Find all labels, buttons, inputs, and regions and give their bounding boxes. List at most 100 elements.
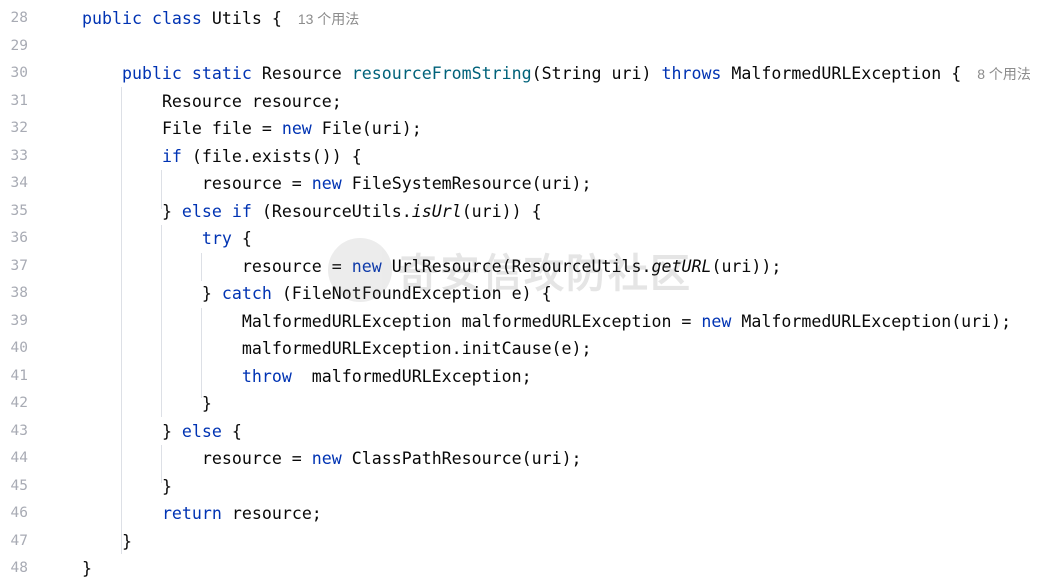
code-text[interactable]: } <box>82 528 132 556</box>
code-text[interactable]: File file = new File(uri); <box>82 115 422 143</box>
code-text[interactable]: malformedURLException.initCause(e); <box>82 335 592 363</box>
code-token: File file = <box>161 119 282 138</box>
code-token: getURL <box>651 256 712 276</box>
code-token: { <box>221 421 242 441</box>
code-text[interactable]: throw malformedURLException; <box>82 363 532 391</box>
line-number: 35 <box>10 202 28 219</box>
code-text[interactable]: resource = new UrlResource(ResourceUtils… <box>82 253 782 281</box>
code-text[interactable]: if (file.exists()) { <box>82 143 362 171</box>
code-line[interactable]: 40 malformedURLException.initCause(e); <box>0 335 1051 363</box>
indent-guide <box>161 445 162 483</box>
code-token: UrlResource(ResourceUtils. <box>381 256 652 276</box>
code-line[interactable]: 33 if (file.exists()) { <box>0 143 1051 171</box>
code-line[interactable]: 45 } <box>0 473 1051 501</box>
code-line[interactable]: 37 resource = new UrlResource(ResourceUt… <box>0 253 1051 281</box>
code-line[interactable]: 43 } else { <box>0 418 1051 446</box>
code-text[interactable]: } else if (ResourceUtils.isUrl(uri)) { <box>82 198 542 226</box>
code-line[interactable]: 30 public static Resource resourceFromSt… <box>0 60 1051 88</box>
line-number: 36 <box>10 230 28 246</box>
line-number: 30 <box>10 65 28 81</box>
code-line[interactable]: 31 Resource resource; <box>0 88 1051 116</box>
code-token: Resource resource; <box>161 91 342 111</box>
code-line[interactable]: 39 MalformedURLException malformedURLExc… <box>0 308 1051 336</box>
line-number: 29 <box>10 37 28 54</box>
keyword-token: new <box>281 119 312 138</box>
indent-guide <box>161 170 162 209</box>
code-text[interactable]: } <box>82 555 92 583</box>
indent-guide <box>201 253 202 281</box>
code-line[interactable]: 28 public class Utils { 13 个用法 <box>0 5 1051 33</box>
code-text[interactable]: return resource; <box>82 500 322 528</box>
keyword-token: new <box>701 311 732 331</box>
code-token: Utils { <box>201 9 292 28</box>
indent-guide <box>201 308 202 398</box>
code-token: Resource <box>251 64 352 83</box>
code-token: resource = <box>201 449 312 468</box>
code-token: ClassPathResource(uri); <box>341 449 582 468</box>
code-token: MalformedURLException { <box>721 64 972 83</box>
code-text[interactable]: public static Resource resourceFromStrin… <box>82 60 1031 89</box>
code-line[interactable]: 29 <box>0 33 1051 61</box>
code-line[interactable]: 32 File file = new File(uri); <box>0 115 1051 143</box>
line-number: 31 <box>10 92 28 109</box>
keyword-token: throws <box>661 64 722 83</box>
line-number: 45 <box>10 477 28 494</box>
line-number: 37 <box>10 257 28 274</box>
code-token: File(uri); <box>311 119 422 138</box>
code-text[interactable]: } <box>82 390 212 418</box>
line-number: 46 <box>10 505 28 521</box>
code-line[interactable]: 38 } catch (FileNotFoundException e) { <box>0 280 1051 308</box>
keyword-token: throw <box>241 366 292 386</box>
code-text[interactable]: } catch (FileNotFoundException e) { <box>82 280 552 308</box>
code-token: resource = <box>241 256 352 276</box>
code-text[interactable]: resource = new ClassPathResource(uri); <box>82 445 582 473</box>
code-editor[interactable]: 28 public class Utils { 13 个用法 29 30 public… <box>0 5 1051 580</box>
keyword-token: if <box>161 146 182 166</box>
code-token: isUrl <box>411 201 462 221</box>
code-token: resource; <box>221 504 322 523</box>
code-token: (file.exists()) { <box>181 146 362 166</box>
code-line[interactable]: 44 resource = new ClassPathResource(uri)… <box>0 445 1051 473</box>
code-line[interactable]: 34 resource = new FileSystemResource(uri… <box>0 170 1051 198</box>
code-text[interactable]: } <box>82 473 172 501</box>
code-line[interactable]: 42 } <box>0 390 1051 418</box>
code-line[interactable]: 36 try { <box>0 225 1051 253</box>
keyword-token: return <box>161 504 222 523</box>
keyword-token: public <box>82 9 142 28</box>
indent-guide <box>121 87 122 554</box>
method-name-token: resourceFromString <box>351 64 532 83</box>
code-token: (FileNotFoundException e) { <box>271 284 552 303</box>
keyword-token: else <box>181 201 222 221</box>
line-number: 39 <box>10 312 28 329</box>
code-token: } <box>121 531 132 551</box>
usage-count-hint[interactable]: 13 个用法 <box>298 11 359 27</box>
code-text[interactable]: MalformedURLException malformedURLExcept… <box>82 308 1011 336</box>
code-token: (uri)); <box>711 256 782 276</box>
code-line[interactable]: 46 return resource; <box>0 500 1051 528</box>
keyword-token: try <box>201 229 232 248</box>
code-token: } <box>82 559 92 578</box>
code-line[interactable]: 48} <box>0 555 1051 583</box>
keyword-token: else <box>181 421 222 441</box>
code-text[interactable]: resource = new FileSystemResource(uri); <box>82 170 592 198</box>
code-token: MalformedURLException(uri); <box>731 311 1012 331</box>
code-text[interactable]: public class Utils { 13 个用法 <box>82 5 359 34</box>
code-token: malformedURLException.initCause(e); <box>241 339 592 358</box>
code-line[interactable]: 41 throw malformedURLException; <box>0 363 1051 391</box>
code-line[interactable]: 47 } <box>0 528 1051 556</box>
code-text[interactable]: try { <box>82 225 252 253</box>
keyword-token: catch <box>221 284 272 303</box>
code-token: (String uri) <box>531 64 662 83</box>
keyword-token: new <box>311 174 342 193</box>
usage-count-hint[interactable]: 8 个用法 <box>977 66 1031 82</box>
code-text[interactable]: } else { <box>82 418 242 446</box>
keyword-token: if <box>231 201 252 221</box>
line-number: 41 <box>10 367 28 384</box>
code-token: (ResourceUtils. <box>251 201 412 221</box>
code-token: } <box>201 284 222 303</box>
code-line[interactable]: 35 } else if (ResourceUtils.isUrl(uri)) … <box>0 198 1051 226</box>
code-token: (uri)) { <box>461 201 542 221</box>
